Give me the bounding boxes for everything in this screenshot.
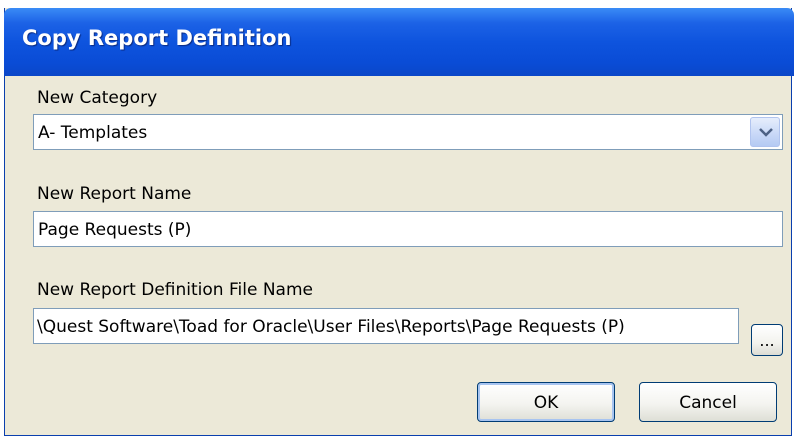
ok-button[interactable]: OK xyxy=(477,382,615,422)
browse-button-label: ... xyxy=(759,331,775,350)
new-report-name-input[interactable]: Page Requests (P) xyxy=(33,211,783,247)
dialog-title: Copy Report Definition xyxy=(22,26,292,50)
new-report-name-value: Page Requests (P) xyxy=(38,220,192,240)
new-category-value: A- Templates xyxy=(38,123,148,143)
new-category-label: New Category xyxy=(37,88,158,108)
cancel-button-label: Cancel xyxy=(679,393,737,413)
title-bar[interactable]: Copy Report Definition xyxy=(4,8,794,76)
dropdown-button[interactable] xyxy=(750,117,780,147)
chevron-down-icon xyxy=(759,128,773,137)
new-file-name-label: New Report Definition File Name xyxy=(37,280,313,300)
cancel-button[interactable]: Cancel xyxy=(639,382,777,422)
new-file-name-input[interactable]: \Quest Software\Toad for Oracle\User Fil… xyxy=(33,308,739,344)
browse-button[interactable]: ... xyxy=(751,324,783,356)
copy-report-definition-dialog: Copy Report Definition New Category A- T… xyxy=(4,8,794,436)
new-report-name-label: New Report Name xyxy=(37,184,192,204)
ok-button-label: OK xyxy=(533,393,559,413)
new-file-name-value: \Quest Software\Toad for Oracle\User Fil… xyxy=(37,317,625,337)
new-category-dropdown[interactable]: A- Templates xyxy=(33,114,783,150)
